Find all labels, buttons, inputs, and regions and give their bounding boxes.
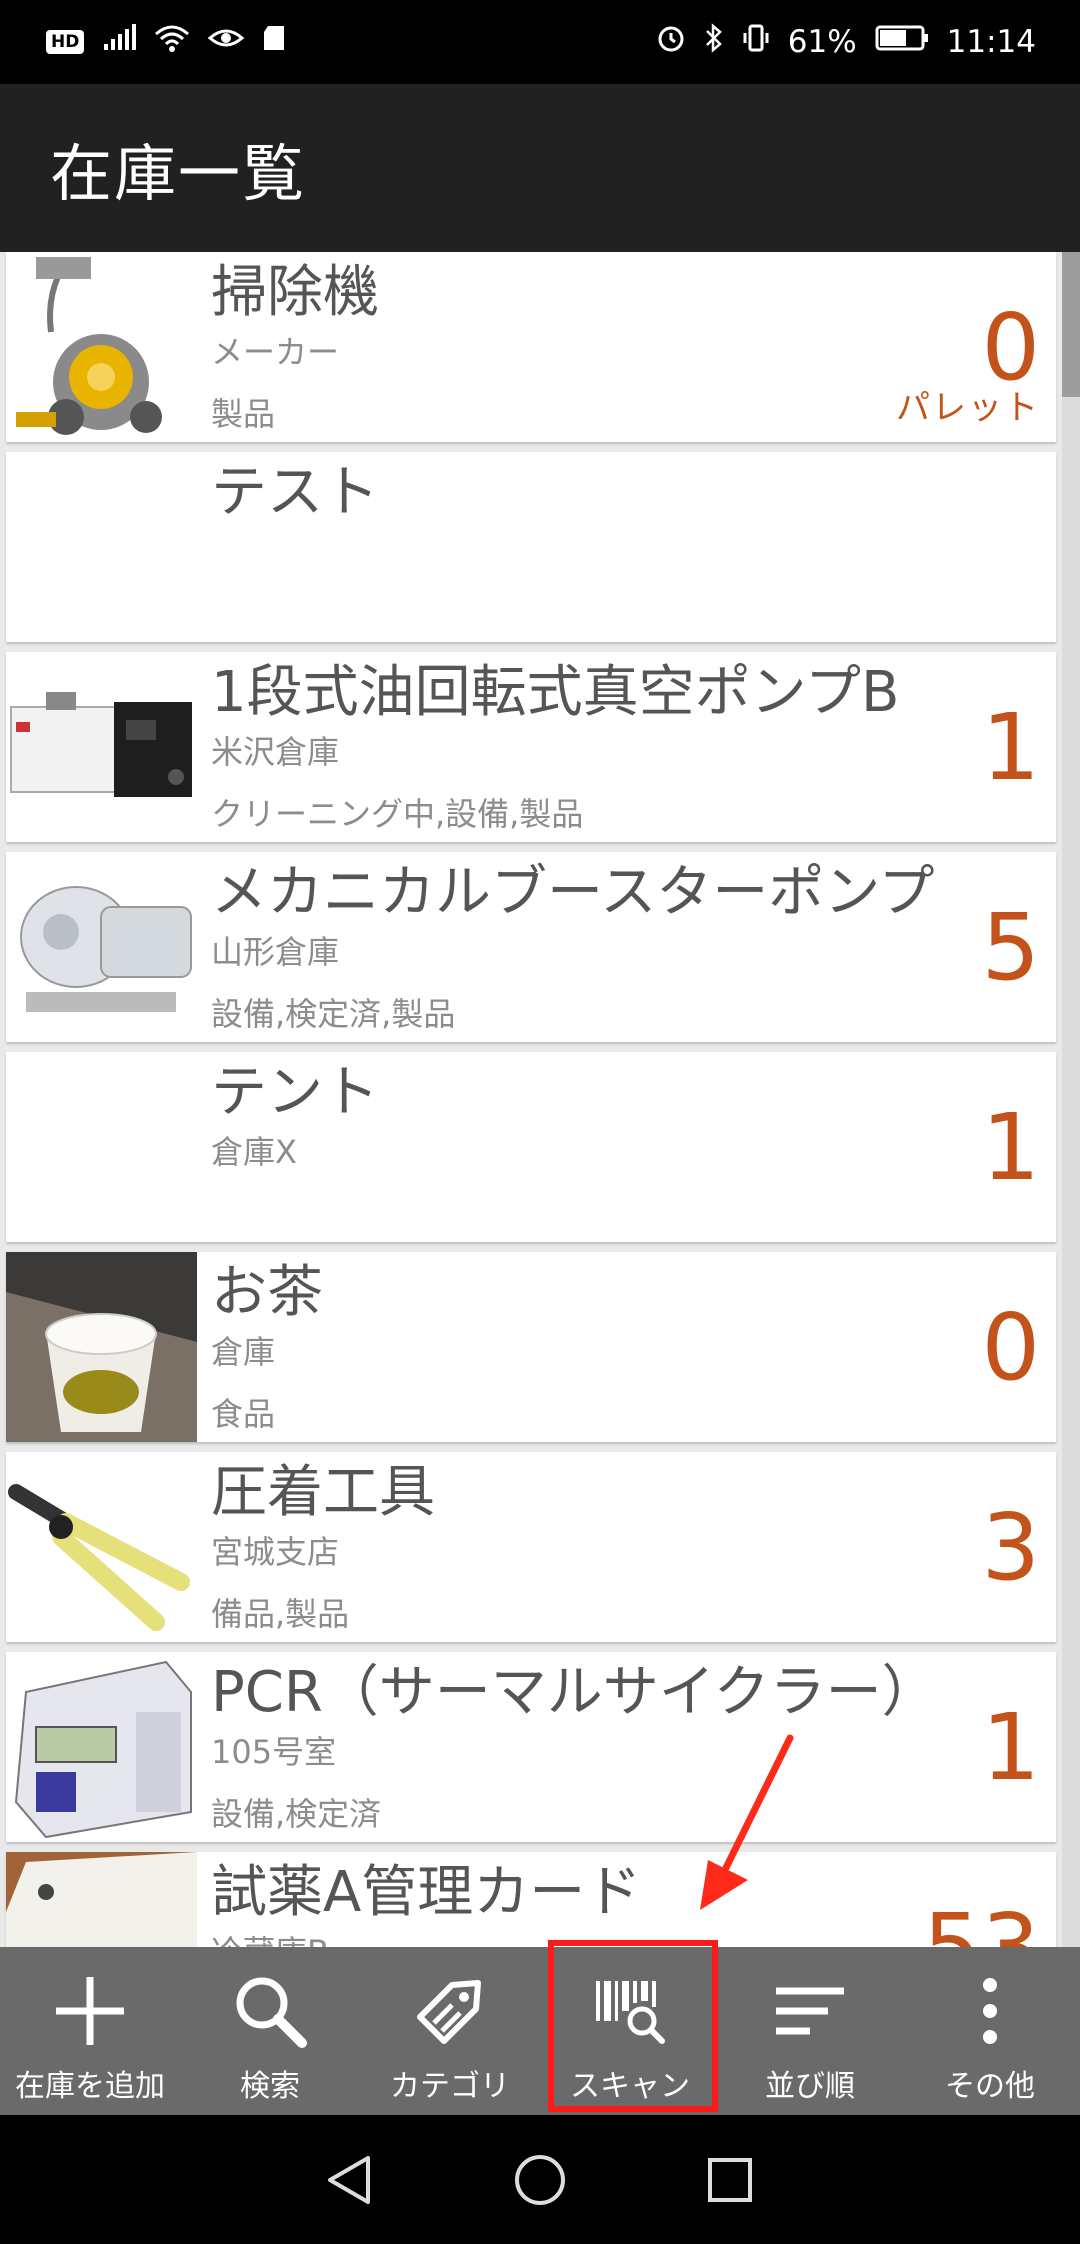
item-name: 圧着工具 bbox=[211, 1460, 435, 1525]
item-count: 3 bbox=[981, 1494, 1040, 1601]
inventory-list[interactable]: 掃除機 メーカー 製品 0 パレット テスト 1段式油回転式真空ポンプB 米沢倉… bbox=[0, 252, 1080, 1947]
app-bar: 在庫一覧 bbox=[0, 84, 1080, 252]
bluetooth-icon bbox=[704, 23, 724, 61]
item-name: 1段式油回転式真空ポンプB bbox=[211, 660, 900, 725]
category-button[interactable]: カテゴリ bbox=[360, 1947, 540, 2115]
recents-button[interactable] bbox=[700, 2150, 760, 2210]
signal-icon bbox=[102, 24, 137, 60]
item-location: 宮城支店 bbox=[211, 1533, 340, 1571]
item-unit: パレット bbox=[896, 388, 1040, 428]
item-name: お茶 bbox=[211, 1260, 323, 1325]
crimping-tool-image bbox=[6, 1452, 197, 1642]
item-tags: 設備,検定済,製品 bbox=[211, 995, 456, 1033]
home-button[interactable] bbox=[510, 2150, 570, 2210]
list-item[interactable]: 1段式油回転式真空ポンプB 米沢倉庫 クリーニング中,設備,製品 1 bbox=[6, 652, 1056, 842]
alarm-icon bbox=[656, 23, 686, 61]
plus-icon bbox=[52, 1971, 128, 2051]
item-tags: 食品 bbox=[211, 1395, 276, 1433]
tab-label: その他 bbox=[945, 2069, 1035, 2104]
tab-label: 並び順 bbox=[765, 2069, 855, 2104]
item-count: 1 bbox=[981, 694, 1040, 801]
item-location: 105号室 bbox=[211, 1733, 337, 1771]
hd-badge: HD bbox=[46, 30, 85, 54]
clock: 11:14 bbox=[946, 24, 1036, 60]
item-count: 53 bbox=[923, 1898, 1040, 1948]
list-item[interactable]: 圧着工具 宮城支店 備品,製品 3 bbox=[6, 1452, 1056, 1642]
back-triangle-icon bbox=[328, 2155, 370, 2204]
item-name: メカニカルブースターポンプ bbox=[211, 860, 935, 925]
item-count: 0 bbox=[981, 1294, 1040, 1401]
more-vert-icon bbox=[952, 1971, 1028, 2051]
item-tags: クリーニング中,設備,製品 bbox=[211, 795, 584, 833]
recents-square-icon bbox=[708, 2157, 752, 2202]
item-name: テスト bbox=[211, 460, 379, 525]
item-count: 5 bbox=[981, 894, 1040, 1001]
tag-icon bbox=[412, 1971, 488, 2051]
eye-icon bbox=[208, 24, 245, 60]
item-location: 冷蔵庫B bbox=[211, 1930, 329, 1947]
list-item[interactable]: お茶 倉庫 食品 0 bbox=[6, 1252, 1056, 1442]
list-item[interactable]: PCR（サーマルサイクラー） 105号室 設備,検定済 1 bbox=[6, 1652, 1056, 1842]
item-location: 倉庫X bbox=[211, 1133, 297, 1171]
item-tags: 設備,検定済 bbox=[211, 1795, 382, 1833]
item-location: 米沢倉庫 bbox=[211, 733, 340, 771]
item-name: テント bbox=[211, 1060, 379, 1125]
thermal-cycler-image bbox=[6, 1652, 197, 1842]
search-button[interactable]: 検索 bbox=[180, 1947, 360, 2115]
item-count: 1 bbox=[981, 1094, 1040, 1201]
battery-icon bbox=[875, 24, 929, 60]
wifi-icon bbox=[154, 24, 190, 60]
tab-label: カテゴリ bbox=[390, 2069, 510, 2104]
item-name: 掃除機 bbox=[211, 260, 379, 325]
booster-pump-image bbox=[6, 852, 197, 1042]
bottom-action-bar: 在庫を追加 検索 カテゴリ スキャン 並び順 その他 bbox=[0, 1947, 1080, 2115]
add-stock-button[interactable]: 在庫を追加 bbox=[0, 1947, 180, 2115]
card-image bbox=[6, 1852, 197, 1947]
barcode-scan-icon bbox=[592, 1971, 668, 2051]
sort-button[interactable]: 並び順 bbox=[720, 1947, 900, 2115]
tab-label: 検索 bbox=[240, 2069, 300, 2104]
page-title: 在庫一覧 bbox=[50, 137, 307, 210]
item-tags: 製品 bbox=[211, 395, 276, 433]
scrollbar-thumb[interactable] bbox=[1062, 252, 1080, 397]
list-item[interactable]: 試薬A管理カード 冷蔵庫B 53 bbox=[6, 1852, 1056, 1947]
item-name: PCR（サーマルサイクラー） bbox=[211, 1660, 938, 1725]
list-item[interactable]: メカニカルブースターポンプ 山形倉庫 設備,検定済,製品 5 bbox=[6, 852, 1056, 1042]
vacuum-pump-image bbox=[6, 652, 197, 842]
vacuum-cleaner-image bbox=[6, 252, 197, 442]
scrollbar[interactable] bbox=[1062, 252, 1080, 1947]
sort-icon bbox=[772, 1971, 848, 2051]
tab-label: 在庫を追加 bbox=[15, 2069, 165, 2104]
list-item[interactable]: テスト bbox=[6, 452, 1056, 642]
item-count: 1 bbox=[981, 1694, 1040, 1801]
sd-card-icon bbox=[262, 24, 286, 60]
list-item[interactable]: 掃除機 メーカー 製品 0 パレット bbox=[6, 252, 1056, 442]
item-location: 倉庫 bbox=[211, 1333, 276, 1371]
vibrate-icon bbox=[742, 23, 770, 61]
battery-percent: 61% bbox=[787, 24, 857, 60]
search-icon bbox=[232, 1971, 308, 2051]
item-location: 山形倉庫 bbox=[211, 933, 340, 971]
status-bar: HD 61% 11:14 bbox=[0, 0, 1080, 84]
item-name: 試薬A管理カード bbox=[211, 1860, 642, 1925]
scan-button[interactable]: スキャン bbox=[540, 1947, 720, 2115]
home-circle-icon bbox=[515, 2154, 565, 2205]
item-location: メーカー bbox=[211, 333, 340, 371]
system-nav-bar bbox=[0, 2115, 1080, 2244]
item-count: 0 bbox=[981, 294, 1040, 401]
back-button[interactable] bbox=[320, 2150, 380, 2210]
tea-cup-image bbox=[6, 1252, 197, 1442]
tab-label: スキャン bbox=[570, 2069, 690, 2104]
more-button[interactable]: その他 bbox=[900, 1947, 1080, 2115]
item-tags: 備品,製品 bbox=[211, 1595, 350, 1633]
list-item[interactable]: テント 倉庫X 1 bbox=[6, 1052, 1056, 1242]
